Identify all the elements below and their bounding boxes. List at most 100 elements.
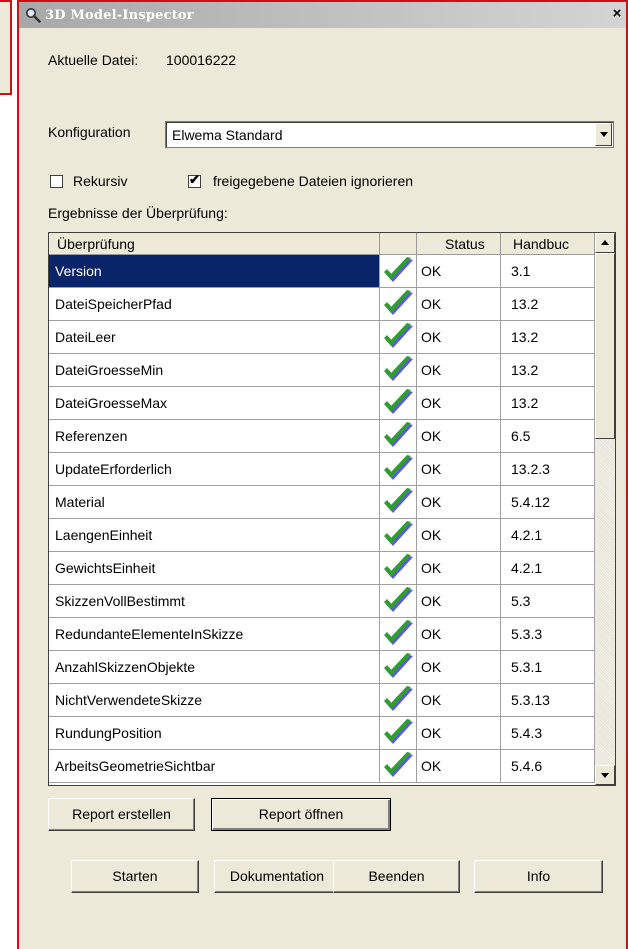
arrow-up-icon [601, 240, 609, 245]
green-check-icon [384, 719, 413, 744]
row-status-icon-cell [380, 321, 417, 354]
green-check-icon [384, 653, 413, 678]
ignore-released-label: freigegebene Dateien ignorieren [213, 173, 414, 189]
row-status: OK [417, 585, 501, 618]
green-check-icon [384, 752, 413, 777]
title-bar[interactable]: 3D Model-Inspector × [19, 0, 626, 28]
row-status-icon-cell [380, 354, 417, 387]
green-check-icon [384, 521, 413, 546]
row-status-icon-cell [380, 453, 417, 486]
row-manual-ref: 13.2.3 [501, 453, 595, 486]
table-row[interactable]: Version OK 3.1 [49, 255, 595, 288]
row-check-name[interactable]: UpdateErforderlich [49, 453, 380, 486]
row-status-icon-cell [380, 420, 417, 453]
scroll-down-button[interactable] [595, 765, 615, 785]
row-manual-ref: 5.3.3 [501, 618, 595, 651]
scroll-thumb[interactable] [595, 253, 615, 439]
config-dropdown-button[interactable] [595, 123, 612, 146]
table-row[interactable]: NichtVerwendeteSkizze OK 5.3.13 [49, 684, 595, 717]
row-status: OK [417, 651, 501, 684]
table-row[interactable]: DateiLeer OK 13.2 [49, 321, 595, 354]
results-label: Ergebnisse der Überprüfung: [48, 205, 228, 221]
row-check-name[interactable]: DateiGroesseMax [49, 387, 380, 420]
scroll-up-button[interactable] [595, 233, 615, 253]
config-selected-value: Elwema Standard [172, 127, 283, 143]
row-manual-ref: 4.2.1 [501, 552, 595, 585]
green-check-icon [384, 422, 413, 447]
table-row[interactable]: SkizzenVollBestimmt OK 5.3 [49, 585, 595, 618]
row-check-name[interactable]: DateiSpeicherPfad [49, 288, 380, 321]
table-row[interactable]: DateiSpeicherPfad OK 13.2 [49, 288, 595, 321]
row-check-name[interactable]: AnzahlSkizzenObjekte [49, 651, 380, 684]
row-status: OK [417, 420, 501, 453]
table-row[interactable]: LaengenEinheit OK 4.2.1 [49, 519, 595, 552]
start-button[interactable]: Starten [71, 860, 199, 893]
row-check-name[interactable]: NichtVerwendeteSkizze [49, 684, 380, 717]
row-manual-ref: 4.2.1 [501, 519, 595, 552]
green-check-icon [384, 323, 413, 348]
table-row[interactable]: RundungPosition OK 5.4.3 [49, 717, 595, 750]
row-status-icon-cell [380, 387, 417, 420]
report-create-button[interactable]: Report erstellen [48, 798, 195, 831]
row-status: OK [417, 519, 501, 552]
arrow-down-icon [601, 773, 609, 778]
row-status: OK [417, 255, 501, 288]
table-row[interactable]: DateiGroesseMin OK 13.2 [49, 354, 595, 387]
row-manual-ref: 5.4.6 [501, 750, 595, 783]
row-status-icon-cell [380, 519, 417, 552]
row-check-name[interactable]: DateiGroesseMin [49, 354, 380, 387]
row-status-icon-cell [380, 486, 417, 519]
row-manual-ref: 13.2 [501, 321, 595, 354]
row-status: OK [417, 552, 501, 585]
header-manual[interactable]: Handbuc [501, 233, 595, 255]
row-check-name[interactable]: RedundanteElementeInSkizze [49, 618, 380, 651]
row-check-name[interactable]: GewichtsEinheit [49, 552, 380, 585]
documentation-button[interactable]: Dokumentation [214, 860, 340, 893]
row-status: OK [417, 486, 501, 519]
results-grid[interactable]: Überprüfung Status Handbuc Version OK 3.1 D… [48, 232, 616, 786]
green-check-icon [384, 554, 413, 579]
row-check-name[interactable]: RundungPosition [49, 717, 380, 750]
table-row[interactable]: DateiGroesseMax OK 13.2 [49, 387, 595, 420]
table-row[interactable]: Referenzen OK 6.5 [49, 420, 595, 453]
table-row[interactable]: UpdateErforderlich OK 13.2.3 [49, 453, 595, 486]
green-check-icon [384, 455, 413, 480]
grid-header: Überprüfung Status Handbuc [49, 233, 595, 255]
row-manual-ref: 3.1 [501, 255, 595, 288]
green-check-icon [384, 389, 413, 414]
row-check-name[interactable]: SkizzenVollBestimmt [49, 585, 380, 618]
row-status: OK [417, 453, 501, 486]
vertical-scrollbar[interactable] [595, 233, 615, 785]
row-check-name[interactable]: ArbeitsGeometrieSichtbar [49, 750, 380, 783]
current-file-value: 100016222 [166, 52, 237, 68]
config-select[interactable]: Elwema Standard [165, 121, 614, 148]
table-row[interactable]: AnzahlSkizzenObjekte OK 5.3.1 [49, 651, 595, 684]
quit-button[interactable]: Beenden [333, 860, 460, 893]
table-row[interactable]: RedundanteElementeInSkizze OK 5.3.3 [49, 618, 595, 651]
row-status: OK [417, 288, 501, 321]
report-open-button[interactable]: Report öffnen [211, 798, 391, 831]
row-check-name[interactable]: Version [49, 255, 380, 288]
header-icon[interactable] [380, 233, 417, 255]
row-check-name[interactable]: Referenzen [49, 420, 380, 453]
row-manual-ref: 5.3 [501, 585, 595, 618]
header-status[interactable]: Status [417, 233, 501, 255]
row-check-name[interactable]: LaengenEinheit [49, 519, 380, 552]
recursive-checkbox[interactable] [50, 175, 63, 188]
row-status: OK [417, 354, 501, 387]
info-button[interactable]: Info [474, 860, 603, 893]
header-check[interactable]: Überprüfung [49, 233, 380, 255]
ignore-released-checkbox[interactable]: ✔ [188, 172, 201, 188]
table-row[interactable]: Material OK 5.4.12 [49, 486, 595, 519]
green-check-icon [384, 686, 413, 711]
green-check-icon [384, 257, 413, 282]
green-check-icon [384, 356, 413, 381]
row-check-name[interactable]: Material [49, 486, 380, 519]
recursive-label: Rekursiv [73, 173, 128, 189]
row-status-icon-cell [380, 255, 417, 288]
table-row[interactable]: GewichtsEinheit OK 4.2.1 [49, 552, 595, 585]
close-button[interactable]: × [610, 6, 624, 21]
table-row[interactable]: ArbeitsGeometrieSichtbar OK 5.4.6 [49, 750, 595, 783]
green-check-icon [384, 290, 413, 315]
row-check-name[interactable]: DateiLeer [49, 321, 380, 354]
